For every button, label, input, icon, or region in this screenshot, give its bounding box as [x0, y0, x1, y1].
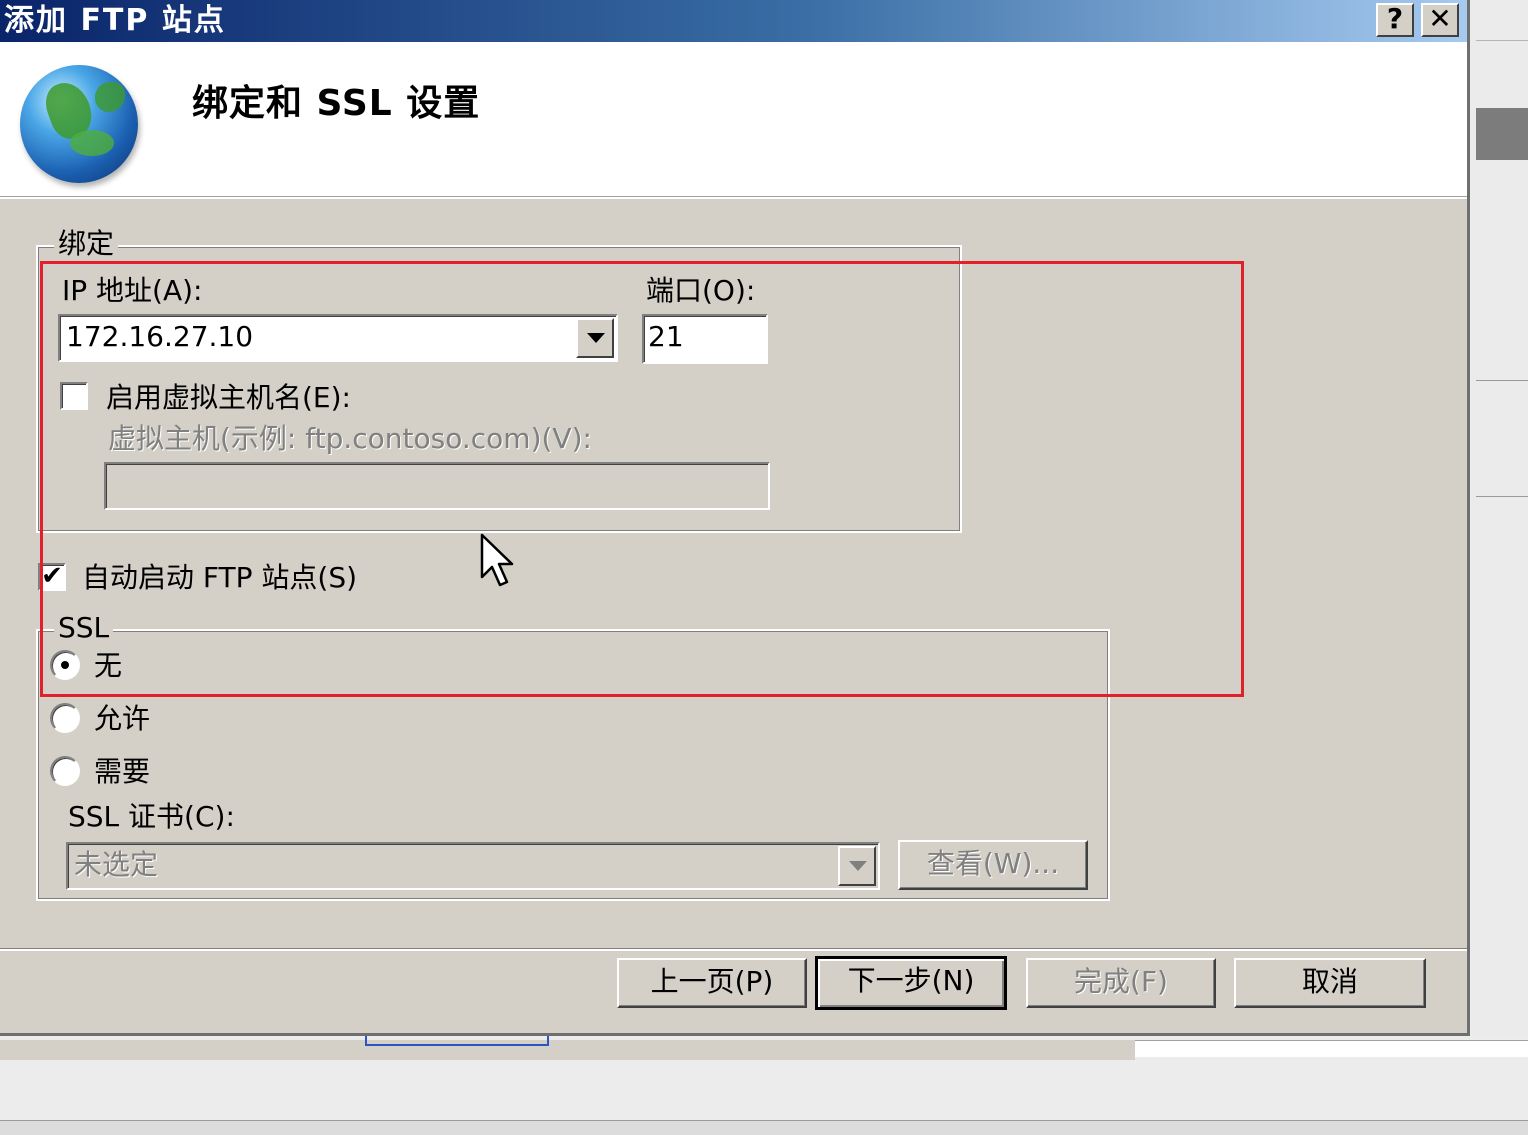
background-panel: [1135, 1040, 1528, 1057]
background-tab: [365, 1036, 549, 1046]
window-title: 添加 FTP 站点: [4, 3, 226, 38]
previous-button[interactable]: 上一页(P): [617, 958, 807, 1008]
background-divider: [1476, 380, 1528, 381]
ssl-certificate-select[interactable]: 未选定: [66, 842, 880, 890]
mouse-cursor-icon: [480, 533, 514, 587]
background-divider: [1476, 496, 1528, 497]
page-title: 绑定和 SSL 设置: [192, 83, 481, 124]
ssl-certificate-dropdown-button[interactable]: [838, 846, 876, 886]
help-button[interactable]: ?: [1376, 3, 1414, 37]
globe-icon-land: [70, 130, 114, 156]
ssl-allow-radio[interactable]: [50, 703, 80, 733]
ssl-require-radio[interactable]: [50, 756, 80, 786]
chevron-down-icon: [849, 861, 867, 871]
background-toolbar: [0, 1040, 1135, 1060]
ssl-allow-label[interactable]: 允许: [94, 702, 150, 736]
cancel-button[interactable]: 取消: [1234, 958, 1426, 1008]
view-certificate-button[interactable]: 查看(W)...: [898, 840, 1088, 890]
title-bar[interactable]: 添加 FTP 站点 ? ✕: [0, 0, 1467, 42]
binding-group-label: 绑定: [54, 228, 119, 260]
ssl-certificate-value: 未选定: [74, 848, 159, 881]
highlight-annotation-box: [40, 261, 1244, 697]
background-scrollbar-thumb: [1476, 108, 1528, 160]
background-status-bar: [0, 1120, 1528, 1135]
ssl-require-label[interactable]: 需要: [94, 755, 150, 789]
close-button[interactable]: ✕: [1421, 3, 1459, 37]
header-divider: [0, 196, 1467, 199]
finish-button[interactable]: 完成(F): [1026, 958, 1216, 1008]
background-divider: [1476, 40, 1528, 41]
next-button[interactable]: 下一步(N): [815, 956, 1007, 1010]
ssl-certificate-label: SSL 证书(C):: [68, 800, 235, 833]
footer-divider: [0, 948, 1467, 951]
